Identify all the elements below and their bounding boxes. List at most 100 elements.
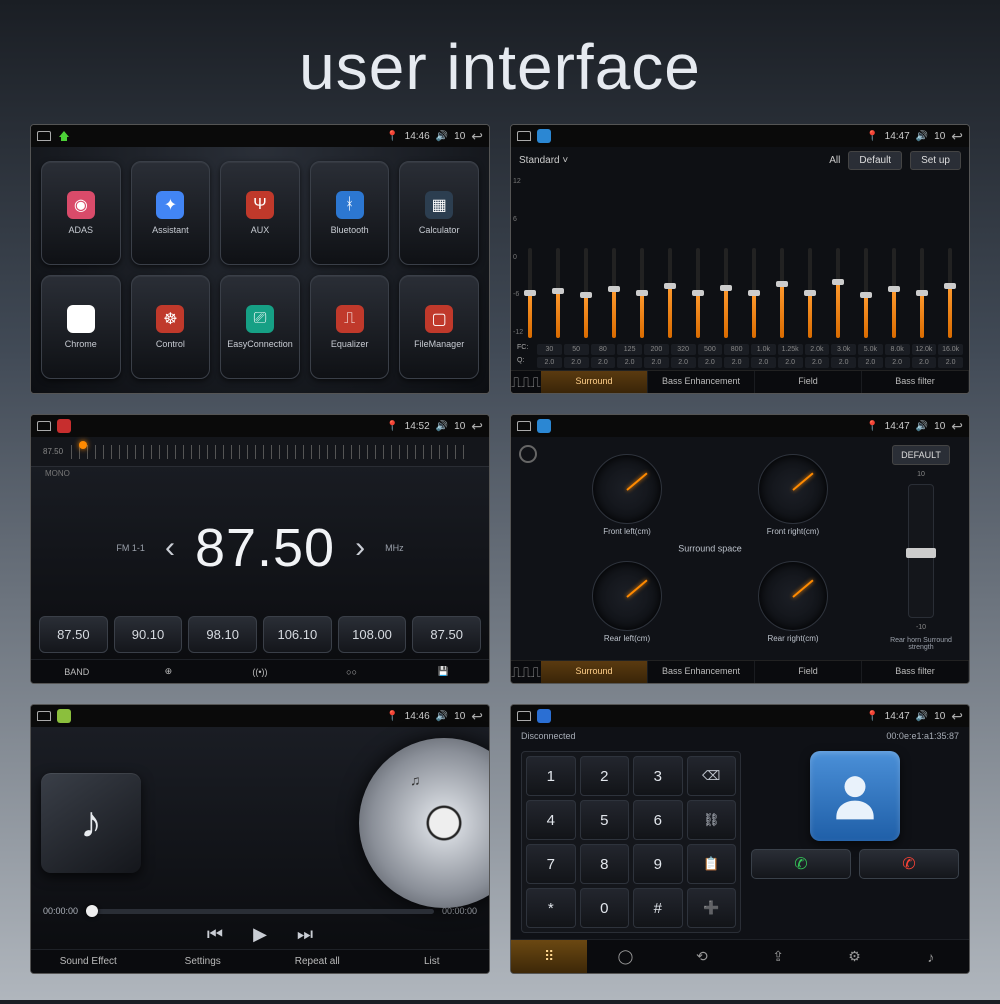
nav-up-icon[interactable]	[37, 419, 51, 433]
eq-band-5[interactable]	[657, 248, 683, 338]
back-icon[interactable]: ↩	[951, 708, 963, 725]
back-icon[interactable]: ↩	[471, 418, 483, 435]
nav-up-icon[interactable]	[517, 419, 531, 433]
fc-cell[interactable]: 500	[698, 344, 723, 355]
app-adas[interactable]: ◉ADAS	[41, 161, 121, 265]
key-⛓[interactable]: ⛓	[687, 800, 737, 840]
tab-surround[interactable]: Surround	[541, 371, 648, 393]
fc-cell[interactable]: 2.0k	[805, 344, 830, 355]
fc-cell[interactable]: 800	[724, 344, 749, 355]
app-equalizer[interactable]: ⎍Equalizer	[310, 275, 390, 379]
radio-toolbar-btn-1[interactable]: ⊕	[123, 660, 215, 683]
eq-band-12[interactable]	[853, 248, 879, 338]
transfer-tab[interactable]: ⇪	[740, 940, 816, 973]
key-7[interactable]: 7	[526, 844, 576, 884]
preset-button[interactable]: 90.10	[114, 616, 183, 653]
fc-cell[interactable]: 320	[671, 344, 696, 355]
eq-default-button[interactable]: Default	[848, 151, 902, 170]
nav-up-icon[interactable]	[37, 129, 51, 143]
gauge-0[interactable]: Front left(cm)	[547, 445, 707, 546]
radio-dial[interactable]: 87.50	[31, 437, 489, 467]
music-app-icon[interactable]	[57, 709, 71, 723]
nav-up-icon[interactable]	[517, 709, 531, 723]
key-8[interactable]: 8	[580, 844, 630, 884]
next-button[interactable]: ⏭	[297, 924, 313, 945]
q-cell[interactable]: 2.0	[591, 357, 616, 368]
preset-button[interactable]: 106.10	[263, 616, 332, 653]
eq-sliders[interactable]: 1260-6-12	[511, 174, 969, 340]
q-cell[interactable]: 2.0	[751, 357, 776, 368]
q-cell[interactable]: 2.0	[644, 357, 669, 368]
fc-cell[interactable]: 1.0k	[751, 344, 776, 355]
fc-cell[interactable]: 5.0k	[858, 344, 883, 355]
tab-bass-enhancement[interactable]: Bass Enhancement	[648, 371, 755, 393]
eq-band-6[interactable]	[685, 248, 711, 338]
q-cell[interactable]: 2.0	[724, 357, 749, 368]
eq-band-1[interactable]	[545, 248, 571, 338]
key-6[interactable]: 6	[633, 800, 683, 840]
eq-setup-button[interactable]: Set up	[910, 151, 961, 170]
radio-toolbar-btn-3[interactable]: ○○	[306, 660, 398, 683]
tab-bass-filter[interactable]: Bass filter	[862, 371, 969, 393]
rear-horn-slider[interactable]	[908, 484, 934, 618]
q-cell[interactable]: 2.0	[564, 357, 589, 368]
player-menu-1[interactable]: Settings	[146, 950, 261, 973]
back-icon[interactable]: ↩	[951, 128, 963, 145]
q-cell[interactable]: 2.0	[831, 357, 856, 368]
eq-band-10[interactable]	[797, 248, 823, 338]
fc-cell[interactable]: 200	[644, 344, 669, 355]
contacts-tab[interactable]: ◯	[587, 940, 663, 973]
radio-toolbar-btn-4[interactable]: 💾	[397, 660, 489, 683]
preset-button[interactable]: 108.00	[338, 616, 407, 653]
app-icon[interactable]	[537, 419, 551, 433]
fc-cell[interactable]: 12.0k	[912, 344, 937, 355]
key-3[interactable]: 3	[633, 756, 683, 796]
key-5[interactable]: 5	[580, 800, 630, 840]
key-➕[interactable]: ➕	[687, 888, 737, 928]
play-button[interactable]: ▶	[253, 924, 267, 945]
progress-slider[interactable]	[86, 909, 434, 914]
eq-band-14[interactable]	[909, 248, 935, 338]
music-tab[interactable]: ♪	[893, 940, 969, 973]
gauge-3[interactable]: Rear right(cm)	[713, 552, 873, 653]
call-button[interactable]: ✆	[751, 849, 851, 879]
fc-cell[interactable]: 50	[564, 344, 589, 355]
radio-toolbar-btn-0[interactable]: BAND	[31, 660, 123, 683]
back-icon[interactable]: ↩	[951, 418, 963, 435]
fc-cell[interactable]: 1.25k	[778, 344, 803, 355]
eq-band-3[interactable]	[601, 248, 627, 338]
history-tab[interactable]: ⟲	[664, 940, 740, 973]
app-calculator[interactable]: ▦Calculator	[399, 161, 479, 265]
fc-cell[interactable]: 125	[617, 344, 642, 355]
q-cell[interactable]: 2.0	[537, 357, 562, 368]
eq-band-4[interactable]	[629, 248, 655, 338]
surround-default-button[interactable]: DEFAULT	[892, 445, 950, 465]
key-*[interactable]: *	[526, 888, 576, 928]
tune-down-button[interactable]: ‹	[165, 531, 175, 565]
key-2[interactable]: 2	[580, 756, 630, 796]
eq-sliders-icon[interactable]: ⎍⎍⎍	[511, 661, 541, 683]
power-icon[interactable]	[519, 445, 537, 463]
radio-toolbar-btn-2[interactable]: ((•))	[214, 660, 306, 683]
tab-bass-filter[interactable]: Bass filter	[862, 661, 969, 683]
prev-button[interactable]: ⏮	[207, 924, 223, 945]
fc-cell[interactable]: 16.0k	[938, 344, 963, 355]
key-📋[interactable]: 📋	[687, 844, 737, 884]
player-menu-2[interactable]: Repeat all	[260, 950, 375, 973]
tab-field[interactable]: Field	[755, 371, 862, 393]
back-icon[interactable]: ↩	[471, 128, 483, 145]
preset-button[interactable]: 98.10	[188, 616, 257, 653]
key-⌫[interactable]: ⌫	[687, 756, 737, 796]
eq-band-15[interactable]	[937, 248, 963, 338]
q-cell[interactable]: 2.0	[617, 357, 642, 368]
eq-band-11[interactable]	[825, 248, 851, 338]
key-4[interactable]: 4	[526, 800, 576, 840]
app-chrome[interactable]: ◐Chrome	[41, 275, 121, 379]
back-icon[interactable]: ↩	[471, 708, 483, 725]
q-cell[interactable]: 2.0	[805, 357, 830, 368]
eq-band-13[interactable]	[881, 248, 907, 338]
player-menu-0[interactable]: Sound Effect	[31, 950, 146, 973]
fc-cell[interactable]: 3.0k	[831, 344, 856, 355]
key-#[interactable]: #	[633, 888, 683, 928]
q-cell[interactable]: 2.0	[938, 357, 963, 368]
